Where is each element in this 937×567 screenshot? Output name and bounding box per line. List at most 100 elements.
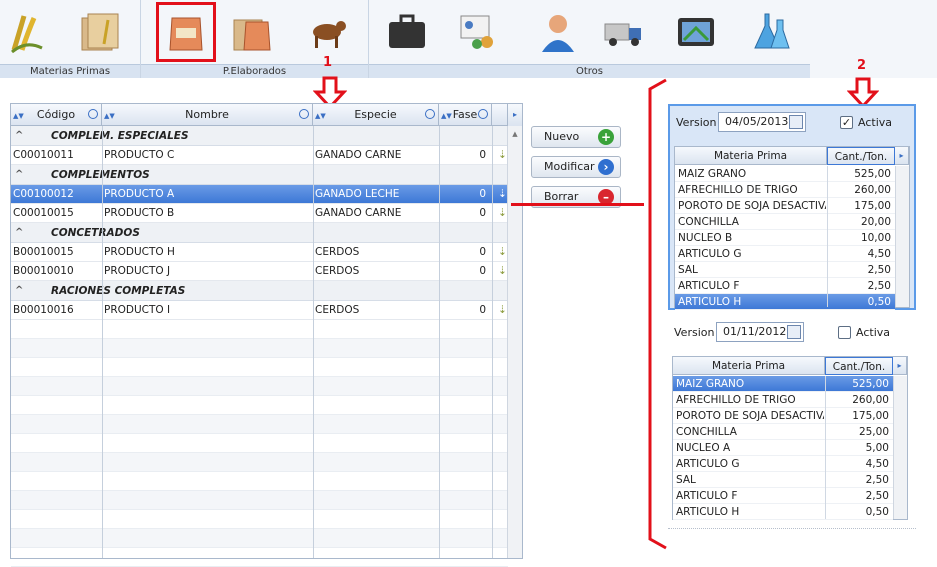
materia-row[interactable]: AFRECHILLO DE TRIGO 260,00 (673, 392, 893, 408)
materia-name: ARTICULO H (676, 506, 740, 518)
table-row[interactable]: C00100012 PRODUCTO A GANADO LECHE 0 ⇣ (11, 185, 508, 204)
col-header-cant-ton[interactable]: Cant./Ton. (825, 357, 893, 375)
vertical-scrollbar[interactable]: ▲ (507, 126, 522, 558)
empty-row (11, 320, 508, 339)
nuevo-button[interactable]: Nuevo + (531, 126, 621, 148)
materia-row[interactable]: CONCHILLA 25,00 (673, 424, 893, 440)
group-row[interactable]: ^ RACIONES COMPLETAS (11, 281, 508, 301)
col-header-label: Materia Prima (711, 360, 786, 372)
col-header-materia-prima[interactable]: Materia Prima (673, 357, 825, 375)
materia-row[interactable]: POROTO DE SOJA DESACTIVADO 175,00 (673, 408, 893, 424)
cell-especie: CERDOS (315, 246, 360, 258)
cell-fase: 0 (479, 265, 486, 277)
materia-name: ARTICULO F (678, 280, 740, 292)
group-row[interactable]: ^ COMPLEMENTOS (11, 165, 508, 185)
materia-quantity: 2,50 (865, 490, 889, 502)
annotation-number-2: 2 (857, 58, 867, 73)
lab-flask-icon[interactable] (745, 6, 797, 58)
materia-name: SAL (676, 474, 696, 486)
contacts-card-icon[interactable] (453, 6, 505, 58)
empty-row (11, 377, 508, 396)
add-icon: + (598, 129, 614, 145)
group-name: CONCETRADOS (51, 227, 140, 239)
collapse-caret-icon[interactable]: ^ (15, 126, 23, 146)
corn-icon[interactable] (2, 6, 54, 58)
materia-name: CONCHILLA (676, 426, 737, 438)
column-divider (492, 126, 493, 558)
version-date-value: 01/11/2012 (723, 325, 787, 338)
materia-row[interactable]: MAIZ GRANO 525,00 (675, 166, 895, 182)
collapse-caret-icon[interactable]: ^ (15, 165, 23, 185)
materia-row[interactable]: ARTICULO F 2,50 (675, 278, 895, 294)
annotation-connector-line (511, 203, 644, 206)
calendar-icon[interactable] (787, 325, 801, 339)
briefcase-icon[interactable] (381, 6, 433, 58)
user-icon[interactable] (532, 6, 584, 58)
col-header-codigo[interactable]: ▲▼ Código (11, 104, 102, 126)
materia-row[interactable]: ARTICULO H 0,50 (675, 294, 895, 310)
col-header-materia-prima[interactable]: Materia Prima (675, 147, 827, 165)
activa-checkbox[interactable]: ✓ (840, 116, 853, 129)
group-name: COMPLEM. ESPECIALES (51, 130, 189, 142)
materia-name: NUCLEO A (676, 442, 731, 454)
cell-nombre: PRODUCTO H (104, 246, 175, 258)
group-row[interactable]: ^ CONCETRADOS (11, 223, 508, 243)
materia-name: SAL (678, 264, 698, 276)
folder-wheat-icon[interactable] (74, 6, 126, 58)
column-divider (313, 126, 314, 558)
col-header-fase[interactable]: ▲▼ Fase (439, 104, 492, 126)
collapse-caret-icon[interactable]: ^ (15, 223, 23, 243)
truck-icon[interactable] (597, 6, 649, 58)
materia-row[interactable]: NUCLEO A 5,00 (673, 440, 893, 456)
folder-bag-icon[interactable] (226, 6, 278, 58)
materia-name: MAIZ GRANO (676, 378, 745, 390)
materia-name: NUCLEO B (678, 232, 733, 244)
activa-checkbox[interactable] (838, 326, 851, 339)
group-row[interactable]: ^ COMPLEM. ESPECIALES (11, 126, 508, 146)
materia-row[interactable]: ARTICULO H 0,50 (673, 504, 893, 520)
column-chooser-button[interactable]: ▸ (893, 357, 907, 375)
column-divider (827, 166, 828, 307)
materia-row[interactable]: POROTO DE SOJA DESACTIVADO 175,00 (675, 198, 895, 214)
materia-row[interactable]: ARTICULO F 2,50 (673, 488, 893, 504)
col-header-especie[interactable]: ▲▼ Especie (313, 104, 439, 126)
gps-device-icon[interactable] (670, 6, 722, 58)
table-row[interactable]: C00010011 PRODUCTO C GANADO CARNE 0 ⇣ (11, 146, 508, 165)
materia-row[interactable]: ARTICULO G 4,50 (673, 456, 893, 472)
modificar-button[interactable]: Modificar › (531, 156, 621, 178)
collapse-caret-icon[interactable]: ^ (15, 281, 23, 301)
table-row[interactable]: B00010015 PRODUCTO H CERDOS 0 ⇣ (11, 243, 508, 262)
col-header-label: Cant./Ton. (834, 151, 888, 163)
table-row[interactable]: C00010015 PRODUCTO B GANADO CARNE 0 ⇣ (11, 204, 508, 223)
cell-codigo: B00010015 (13, 246, 74, 258)
column-chooser-button[interactable]: ▸ (895, 147, 909, 165)
column-chooser-button[interactable]: ▸ (507, 104, 522, 126)
materia-row[interactable]: MAIZ GRANO 525,00 (673, 376, 893, 392)
table-row[interactable]: B00010016 PRODUCTO I CERDOS 0 ⇣ (11, 301, 508, 320)
col-header-cant-ton[interactable]: Cant./Ton. (827, 147, 895, 165)
group-name: RACIONES COMPLETAS (51, 285, 186, 297)
empty-row (11, 434, 508, 453)
col-header-nombre[interactable]: ▲▼ Nombre (102, 104, 313, 126)
empty-row (11, 529, 508, 548)
materia-name: ARTICULO G (676, 458, 740, 470)
materia-row[interactable]: CONCHILLA 20,00 (675, 214, 895, 230)
vertical-scrollbar[interactable] (895, 166, 909, 307)
group-otros: Otros (369, 0, 810, 78)
version-date-field[interactable]: 01/11/2012 (716, 322, 804, 342)
calendar-icon[interactable] (789, 115, 803, 129)
version-date-field[interactable]: 04/05/2013 (718, 112, 806, 132)
cell-especie: GANADO CARNE (315, 207, 402, 219)
cattle-icon[interactable] (301, 6, 353, 58)
vertical-scrollbar[interactable] (893, 376, 907, 519)
selected-icon-highlight (156, 2, 216, 62)
column-divider (439, 126, 440, 558)
materia-row[interactable]: SAL 2,50 (673, 472, 893, 488)
materia-row[interactable]: AFRECHILLO DE TRIGO 260,00 (675, 182, 895, 198)
materia-name: ARTICULO G (678, 248, 742, 260)
materia-row[interactable]: ARTICULO G 4,50 (675, 246, 895, 262)
materia-row[interactable]: SAL 2,50 (675, 262, 895, 278)
group-label: Otros (369, 64, 810, 78)
materia-row[interactable]: NUCLEO B 10,00 (675, 230, 895, 246)
table-row[interactable]: B00010010 PRODUCTO J CERDOS 0 ⇣ (11, 262, 508, 281)
